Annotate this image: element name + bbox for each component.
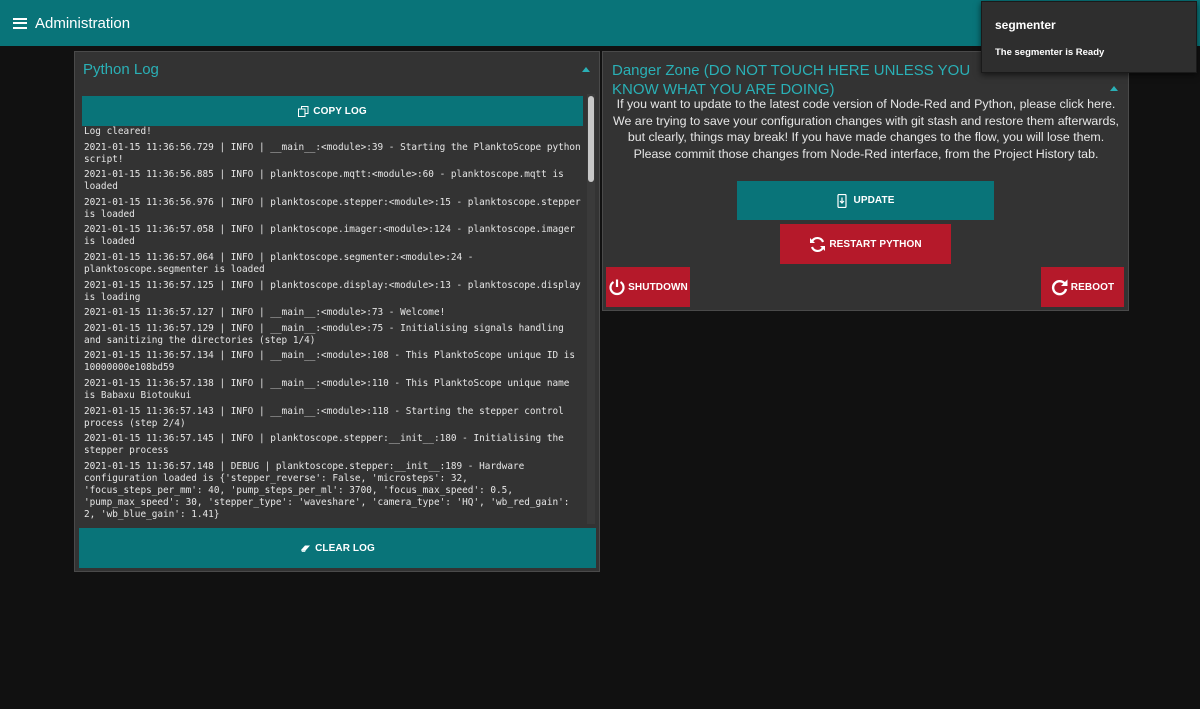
log-line: 2021-01-15 11:36:57.145 | INFO | plankto…: [84, 433, 570, 457]
log-line: 2021-01-15 11:36:57.064 | INFO | plankto…: [84, 251, 480, 275]
log-line: 2021-01-15 11:36:57.143 | INFO | __main_…: [84, 405, 570, 429]
collapse-log-panel-icon[interactable]: [582, 67, 590, 72]
restart-python-label: RESTART PYTHON: [829, 238, 922, 250]
log-line: 2021-01-15 11:36:57.138 | INFO | __main_…: [84, 377, 576, 401]
reboot-label: REBOOT: [1070, 281, 1115, 293]
copy-log-button[interactable]: COPY LOG: [82, 96, 583, 126]
reboot-button[interactable]: REBOOT: [1041, 267, 1124, 307]
log-output: Log cleared! 2021-01-15 11:36:56.729 | IN…: [82, 126, 585, 524]
collapse-danger-panel-icon[interactable]: [1110, 86, 1118, 91]
log-line: 2021-01-15 11:36:57.125 | INFO | plankto…: [84, 279, 581, 303]
log-line: 2021-01-15 11:36:56.885 | INFO | plankto…: [84, 169, 570, 193]
log-scrollbar-thumb[interactable]: [588, 96, 594, 182]
hamburger-menu-icon[interactable]: [13, 17, 27, 29]
redo-icon: [1051, 279, 1068, 296]
danger-zone-title: Danger Zone (DO NOT TOUCH HERE UNLESS YO…: [612, 62, 971, 98]
python-log-title: Python Log: [83, 61, 159, 78]
danger-zone-description: If you want to update to the latest code…: [613, 97, 1119, 162]
phone-update-icon: [836, 193, 847, 208]
notification-toast: segmenter The segmenter is Ready: [981, 1, 1197, 73]
page-title: Administration: [35, 14, 131, 32]
shutdown-label: SHUTDOWN: [628, 281, 688, 293]
log-line: 2021-01-15 11:36:57.148 | DEBUG | plankt…: [84, 460, 576, 520]
log-scrollbar[interactable]: [587, 94, 595, 524]
restart-python-button[interactable]: RESTART PYTHON: [780, 224, 951, 264]
copy-icon: [298, 105, 309, 117]
log-line: 2021-01-15 11:36:56.729 | INFO | __main_…: [84, 141, 581, 165]
log-line: Log cleared!: [84, 126, 152, 137]
clear-log-button[interactable]: CLEAR LOG: [79, 528, 596, 568]
eraser-icon: [301, 545, 311, 552]
refresh-icon: [810, 236, 826, 252]
log-line: 2021-01-15 11:36:57.129 | INFO | __main_…: [84, 322, 570, 346]
copy-log-label: COPY LOG: [313, 105, 367, 117]
log-line: 2021-01-15 11:36:57.058 | INFO | plankto…: [84, 224, 581, 248]
update-button[interactable]: UPDATE: [737, 181, 994, 220]
log-line: 2021-01-15 11:36:57.134 | INFO | __main_…: [84, 350, 581, 374]
shutdown-button[interactable]: SHUTDOWN: [606, 267, 690, 307]
toast-message: The segmenter is Ready: [995, 47, 1105, 58]
update-label: UPDATE: [853, 195, 895, 206]
toast-title: segmenter: [995, 18, 1056, 32]
clear-log-label: CLEAR LOG: [315, 542, 375, 554]
log-line: 2021-01-15 11:36:56.976 | INFO | plankto…: [84, 196, 581, 220]
log-line: 2021-01-15 11:36:57.127 | INFO | __main_…: [84, 307, 446, 319]
power-icon: [609, 279, 625, 296]
